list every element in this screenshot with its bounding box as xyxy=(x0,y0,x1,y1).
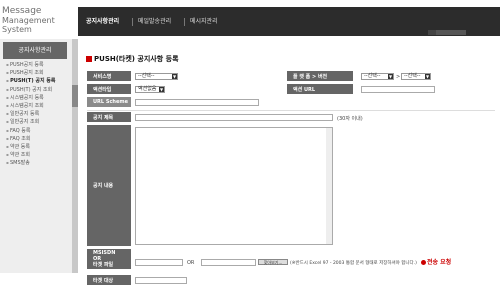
logo: Message Management System xyxy=(2,6,74,35)
send-request-button[interactable]: 전송 요청 xyxy=(421,257,451,266)
version-select[interactable]: --선택-- ▼ xyxy=(401,73,431,80)
msisdn-input[interactable] xyxy=(135,259,183,266)
title-bullet-icon xyxy=(86,56,92,62)
subject-input[interactable] xyxy=(135,114,333,121)
main-content: PUSH(타켓) 공지사항 등록 서비스명 --선택-- ▼ 플 랫 폼 > 버… xyxy=(84,39,500,285)
sidebar-item-system-notice-search[interactable]: 시스템공지 조회 xyxy=(6,102,55,110)
sidebar-item-push-notice-search[interactable]: PUSH공지 조회 xyxy=(6,69,55,77)
divider xyxy=(87,110,495,111)
platform-label: 플 랫 폼 > 버전 xyxy=(287,71,353,81)
action-url-label: 액션 URL xyxy=(287,84,353,94)
content-textarea[interactable] xyxy=(135,127,333,245)
sidebar-item-terms-register[interactable]: 약관 등록 xyxy=(6,143,55,151)
action-type-select-value: 액션없음 xyxy=(138,86,157,92)
version-select-value: --선택-- xyxy=(404,73,421,79)
target-file-path[interactable] xyxy=(201,259,256,266)
gnb-tab-mail[interactable]: 메일발송관리 xyxy=(138,7,171,36)
sidebar-item-push-target-search[interactable]: PUSH(T) 공지 조회 xyxy=(6,86,55,94)
logout-button[interactable] xyxy=(436,30,466,35)
service-select-value: --선택-- xyxy=(138,73,155,79)
subject-label: 공지 제목 xyxy=(87,112,131,122)
action-url-input[interactable] xyxy=(361,86,435,93)
or-text: OR xyxy=(187,260,195,266)
chevron-down-icon: ▼ xyxy=(425,74,430,79)
sidebar-item-terms-search[interactable]: 약관 조회 xyxy=(6,151,55,159)
browse-button[interactable]: 찾아보기... xyxy=(258,259,288,265)
platform-select[interactable]: --선택-- ▼ xyxy=(361,73,394,80)
collapse-knob-icon[interactable] xyxy=(72,85,78,107)
page-title-text: PUSH(타켓) 공지사항 등록 xyxy=(94,55,179,63)
global-nav: 공지사항관리 메일발송관리 메시지관리 xyxy=(78,7,500,36)
subject-hint: (30자 이내) xyxy=(337,116,363,122)
sidebar-collapse-handle[interactable] xyxy=(72,39,78,273)
top-bar: Message Management System 공지사항관리 메일발송관리 … xyxy=(0,0,500,39)
service-label: 서비스명 xyxy=(87,71,131,81)
sidebar-item-sms-send[interactable]: SMS발송 xyxy=(6,159,55,167)
platform-separator: > xyxy=(396,74,401,80)
chevron-down-icon: ▼ xyxy=(159,87,164,92)
gnb-tab-notice[interactable]: 공지사항관리 xyxy=(86,7,119,36)
platform-select-value: --선택-- xyxy=(364,73,381,79)
url-scheme-label: URL Scheme xyxy=(87,97,131,107)
textarea-scrollbar[interactable] xyxy=(326,128,332,244)
target-count-label: 타겟 대상 xyxy=(87,275,131,285)
sidebar-menu: PUSH공지 등록 PUSH공지 조회 PUSH(T) 공지 등록 PUSH(T… xyxy=(6,61,56,167)
sidebar-item-push-notice-register[interactable]: PUSH공지 등록 xyxy=(6,61,55,69)
sidebar-item-general-notice-register[interactable]: 일반공지 등록 xyxy=(6,110,55,118)
service-select[interactable]: --선택-- ▼ xyxy=(135,73,178,80)
action-type-label: 액션타입 xyxy=(87,84,131,94)
content-label: 공지 내용 xyxy=(87,125,131,246)
msisdn-label: MSISDN OR 타겟 파일 xyxy=(87,249,131,269)
gnb-divider xyxy=(132,18,133,26)
sidebar-title: 공지사항관리 xyxy=(3,42,67,59)
page-title: PUSH(타켓) 공지사항 등록 xyxy=(86,54,179,64)
gnb-divider xyxy=(184,18,185,26)
target-count-input[interactable] xyxy=(135,277,187,284)
sidebar-item-faq-register[interactable]: FAQ 등록 xyxy=(6,127,55,135)
action-type-select[interactable]: 액션없음 ▼ xyxy=(135,86,165,93)
send-icon xyxy=(421,260,426,265)
sidebar-item-push-target-register[interactable]: PUSH(T) 공지 등록 xyxy=(6,77,55,85)
url-scheme-input[interactable] xyxy=(135,99,259,106)
chevron-down-icon: ▼ xyxy=(388,74,393,79)
logo-line2: Management System xyxy=(2,16,55,34)
file-format-hint: (※반드시 Excel 97 - 2003 통합 문서 형태로 저장하셔야 합니… xyxy=(290,261,417,266)
gnb-tab-message[interactable]: 메시지관리 xyxy=(190,7,218,36)
sidebar-item-general-notice-search[interactable]: 일반공지 조회 xyxy=(6,118,55,126)
logo-line1: Message xyxy=(2,6,42,16)
chevron-down-icon: ▼ xyxy=(172,74,177,79)
send-request-label: 전송 요청 xyxy=(427,259,452,266)
sidebar: 공지사항관리 PUSH공지 등록 PUSH공지 조회 PUSH(T) 공지 등록… xyxy=(0,39,72,273)
sidebar-item-system-notice-register[interactable]: 시스템공지 등록 xyxy=(6,94,55,102)
sidebar-item-faq-search[interactable]: FAQ 조회 xyxy=(6,135,55,143)
